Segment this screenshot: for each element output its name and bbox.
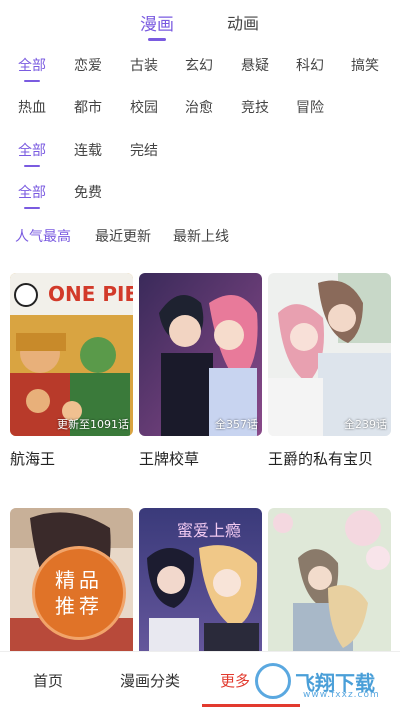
comic-cover: ONE PIECE 更新至1091话 [10,273,133,436]
status-filter-row: 全部 连载 完结 [0,140,400,167]
active-nav-indicator [202,704,300,707]
filter-genre-costume[interactable]: 古装 [130,55,158,75]
active-tab-underline [148,38,166,41]
site-watermark: 飞翔下载 www.fxxz.com [255,661,393,701]
comic-title: 王牌校草 [139,450,200,468]
filter-status-ongoing[interactable]: 连载 [74,140,102,160]
filter-genre-sports[interactable]: 竞技 [241,97,269,117]
filter-genre-urban[interactable]: 都市 [74,97,102,117]
comic-card[interactable]: ONE PIECE 更新至1091话 航海王 [10,273,133,469]
comic-card[interactable]: 全357话 王牌校草 [139,273,262,469]
filter-price-free[interactable]: 免费 [74,182,102,202]
filter-genre-romance[interactable]: 恋爱 [74,55,102,75]
nav-more[interactable]: 更多 [220,670,250,691]
nav-comic-categories[interactable]: 漫画分类 [120,670,180,691]
featured-badge: 精品 推荐 [32,546,126,640]
content-type-tabs: 漫画 动画 [0,8,400,41]
sort-recent-update[interactable]: 最近更新 [95,226,151,246]
comic-cover: 蜜爱上瘾 [139,508,262,671]
filter-genre-scifi[interactable]: 科幻 [296,55,324,75]
watermark-logo-icon [255,663,291,699]
filter-genre-healing[interactable]: 治愈 [185,97,213,117]
sort-popular[interactable]: 人气最高 [15,226,71,246]
filter-price-all[interactable]: 全部 [18,182,46,209]
genre-filter-row-2: 热血 都市 校园 治愈 竞技 冒险 [0,97,400,123]
cover-title-text: 蜜爱上瘾 [177,521,241,540]
comic-cover: 全357话 [139,273,262,436]
filter-genre-passion[interactable]: 热血 [18,97,46,117]
genre-filter-row-1: 全部 恋爱 古装 玄幻 悬疑 科幻 搞笑 [0,55,400,82]
comic-title: 航海王 [10,450,56,468]
filter-status-completed[interactable]: 完结 [130,140,158,160]
filter-status-all[interactable]: 全部 [18,140,46,167]
episode-count: 全239话 [344,418,387,431]
nav-home[interactable]: 首页 [33,670,63,691]
filter-genre-mystery[interactable]: 悬疑 [241,55,269,75]
comic-cover: 精品 推荐 [10,508,133,671]
svg-text:ONE PIECE: ONE PIECE [48,282,133,306]
comic-card[interactable]: 全239话 王爵的私有宝贝 [268,273,391,469]
filter-genre-campus[interactable]: 校园 [130,97,158,117]
filter-genre-adventure[interactable]: 冒险 [296,97,324,117]
comic-cover: 全239话 [268,273,391,436]
filter-genre-fantasy[interactable]: 玄幻 [185,55,213,75]
tab-donghua[interactable]: 动画 [227,10,259,34]
episode-count: 更新至1091话 [57,418,129,431]
price-filter-row: 全部 免费 [0,182,400,209]
filter-genre-all[interactable]: 全部 [18,55,46,82]
tab-manhua[interactable]: 漫画 [140,10,174,41]
filter-genre-comedy[interactable]: 搞笑 [351,55,379,75]
comic-cover [268,508,391,671]
episode-count: 全357话 [215,418,258,431]
sort-newest[interactable]: 最新上线 [173,226,229,246]
sort-row: 人气最高 最近更新 最新上线 [0,226,400,252]
comic-title: 王爵的私有宝贝 [268,450,374,468]
